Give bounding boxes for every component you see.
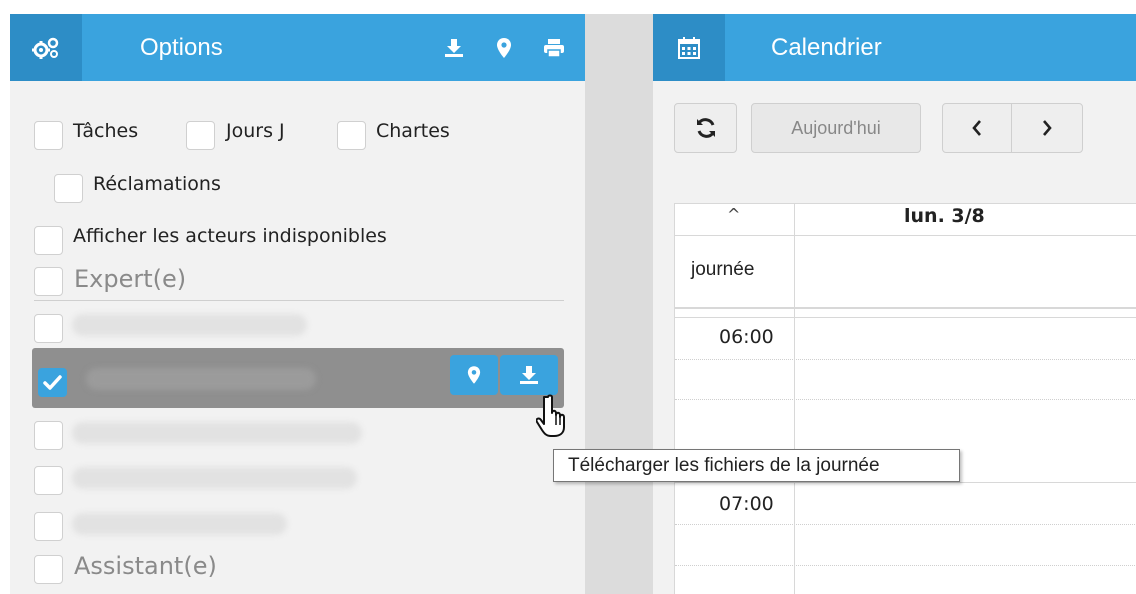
hand-cursor-icon [535,393,576,443]
label-jours-j: Jours J [226,120,285,142]
calendar-title: Calendrier [771,33,882,61]
member-name-redacted [72,467,357,489]
member-name-redacted [72,513,287,535]
download-tooltip: Télécharger les fichiers de la journée [553,449,960,482]
grid-line [675,307,1136,309]
selected-member-row[interactable] [32,348,564,408]
refresh-button[interactable] [674,103,737,153]
refresh-icon [696,118,715,138]
options-header-actions [443,14,565,81]
options-panel: Options Tâches Jours J Chartes Réclamati… [10,14,585,594]
calendar-header: Calendrier [653,14,1136,81]
map-marker-icon [467,366,481,384]
member-download-button[interactable] [500,355,558,395]
today-button[interactable]: Aujourd'hui [751,103,921,153]
chevron-right-icon [1043,120,1052,136]
download-icon[interactable] [443,37,465,59]
checkbox-chartes[interactable] [337,121,366,150]
day-column-header: lun. 3/8 [904,205,985,227]
checkbox-member[interactable] [34,512,63,541]
checkbox-member[interactable] [34,421,63,450]
grid-line [675,565,1136,566]
download-icon [520,366,538,384]
member-name-redacted [72,422,362,444]
allday-label: journée [691,259,755,280]
checkbox-jours-j[interactable] [186,121,215,150]
checkbox-group-assistant[interactable] [34,555,63,584]
member-location-button[interactable] [450,355,498,395]
group-label-expert: Expert(e) [74,265,187,293]
label-show-unavailable: Afficher les acteurs indisponibles [73,225,387,247]
checkbox-show-unavailable[interactable] [34,226,63,255]
calendar-grid: ^ lun. 3/8 journée 06:00 07:00 [674,203,1136,594]
prev-button[interactable] [942,103,1012,153]
grid-divider [794,203,795,594]
collapse-allday-toggle[interactable]: ^ [727,205,740,224]
map-marker-icon[interactable] [493,37,515,59]
checkbox-taches[interactable] [34,121,63,150]
grid-line [675,235,1136,236]
member-name-redacted [86,368,316,390]
checkbox-member[interactable] [34,314,63,343]
group-separator [34,300,564,301]
calendar-icon [653,14,725,81]
label-taches: Tâches [73,120,139,142]
gears-icon[interactable] [10,14,82,81]
calendar-panel: Calendrier Aujourd'hui ^ lun. 3/8 journé… [653,14,1136,594]
grid-line [675,524,1136,525]
label-reclamations: Réclamations [93,173,221,195]
chevron-left-icon [972,120,981,136]
options-title: Options [140,33,223,61]
grid-line [675,482,1136,483]
time-label: 06:00 [719,326,774,348]
print-icon[interactable] [543,37,565,59]
member-name-redacted [72,314,307,336]
options-header: Options [10,14,585,81]
checkbox-member-checked[interactable] [38,368,67,397]
checkbox-reclamations[interactable] [54,174,83,203]
checkbox-group-expert[interactable] [34,267,63,296]
grid-line [675,359,1136,360]
group-label-assistant: Assistant(e) [74,552,217,580]
label-chartes: Chartes [376,120,450,142]
grid-line [675,203,1136,204]
panel-gutter [585,14,653,594]
time-label: 07:00 [719,493,774,515]
grid-line [675,317,1136,318]
checkbox-member[interactable] [34,466,63,495]
next-button[interactable] [1011,103,1083,153]
grid-line [675,399,1136,400]
